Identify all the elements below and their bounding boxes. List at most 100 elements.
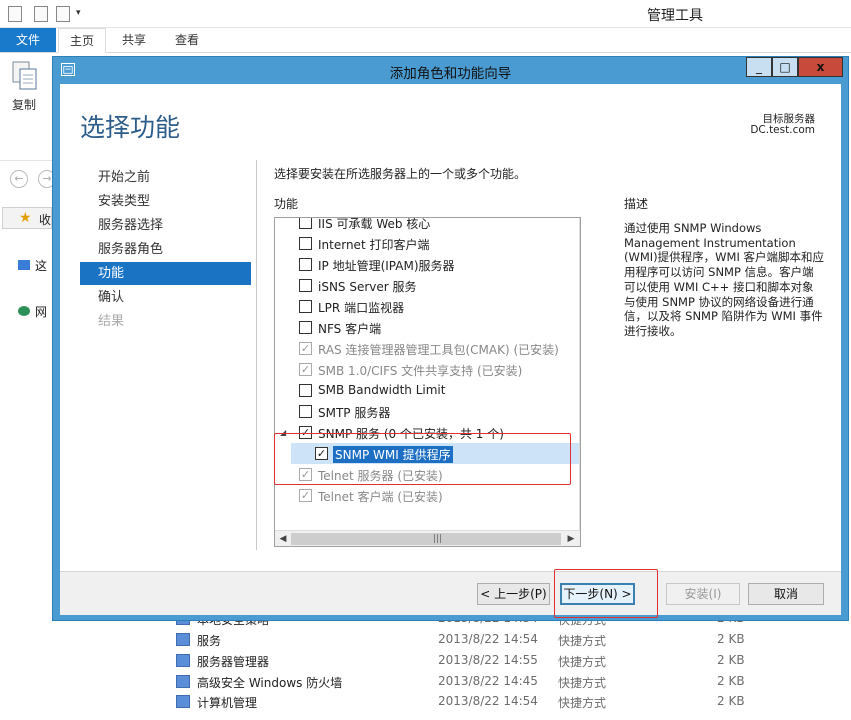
feature-item[interactable]: NFS 客户端 xyxy=(275,317,580,338)
step-server-roles[interactable]: 服务器角色 xyxy=(80,238,251,261)
copy-button-label[interactable]: 复制 xyxy=(12,96,36,113)
shortcut-icon xyxy=(176,675,190,688)
step-before-you-begin[interactable]: 开始之前 xyxy=(80,166,251,189)
file-date: 2013/8/22 14:54 xyxy=(438,694,538,708)
feature-checkbox[interactable] xyxy=(299,258,312,271)
shortcut-icon xyxy=(176,633,190,646)
quick-access-icon[interactable] xyxy=(56,6,70,22)
feature-checkbox[interactable] xyxy=(299,279,312,292)
chevron-down-icon[interactable]: ▾ xyxy=(76,8,81,18)
feature-item[interactable]: SMTP 服务器 xyxy=(275,401,580,422)
close-button[interactable]: x xyxy=(798,57,843,77)
feature-checkbox[interactable] xyxy=(299,384,312,397)
file-size: 2 KB xyxy=(717,694,745,708)
feature-label: RAS 连接管理器管理工具包(CMAK) (已安装) xyxy=(318,343,559,357)
feature-item[interactable]: IIS 可承载 Web 核心 xyxy=(275,217,580,233)
features-heading: 功能 xyxy=(274,197,299,211)
back-icon[interactable]: ← xyxy=(10,170,28,188)
list-item[interactable]: 计算机管理 2013/8/22 14:54 快捷方式 2 KB xyxy=(176,692,851,713)
explorer-titlebar: ▾ 管理工具 xyxy=(0,0,851,28)
features-tree[interactable]: IIS 可承载 Web 核心 Internet 打印客户端 IP 地址管理(IP… xyxy=(274,217,581,547)
maximize-button[interactable]: □ xyxy=(772,57,798,77)
shortcut-icon xyxy=(176,654,190,667)
file-name: 计算机管理 xyxy=(197,696,258,710)
network-label: 网 xyxy=(35,305,48,319)
step-confirmation[interactable]: 确认 xyxy=(80,286,251,309)
feature-item[interactable]: iSNS Server 服务 xyxy=(275,275,580,296)
this-pc-item[interactable]: 这 xyxy=(18,257,47,274)
feature-checkbox[interactable] xyxy=(299,218,312,229)
file-size: 2 KB xyxy=(717,674,745,688)
feature-checkbox[interactable] xyxy=(299,321,312,334)
step-installation-type[interactable]: 安装类型 xyxy=(80,190,251,213)
tab-home[interactable]: 主页 xyxy=(58,28,106,53)
wizard-titlebar[interactable]: 添加角色和功能向导 _ □ x xyxy=(53,57,848,83)
checkmark-icon: ✓ xyxy=(299,342,312,355)
properties-icon[interactable] xyxy=(8,6,22,22)
tab-share[interactable]: 共享 xyxy=(110,28,158,52)
description-text: 通过使用 SNMP Windows Management Instrumenta… xyxy=(624,221,824,338)
file-name: 服务器管理器 xyxy=(197,655,270,669)
vertical-scrollbar[interactable]: ▲ ▼ xyxy=(579,218,581,530)
scroll-down-icon[interactable]: ▼ xyxy=(580,512,581,528)
tab-view[interactable]: 查看 xyxy=(162,28,212,52)
favorites-label: 收 xyxy=(39,213,52,227)
file-type: 快捷方式 xyxy=(558,696,607,710)
ribbon-tabs: 文件 主页 共享 查看 xyxy=(0,28,851,53)
feature-label: iSNS Server 服务 xyxy=(318,280,417,294)
this-pc-label: 这 xyxy=(35,259,48,273)
target-server-value: DC.test.com xyxy=(750,124,815,136)
checkmark-icon: ✓ xyxy=(299,489,312,502)
list-item[interactable]: 高级安全 Windows 防火墙 2013/8/22 14:45 快捷方式 2 … xyxy=(176,672,851,693)
highlight-annotation xyxy=(274,433,571,485)
cancel-button[interactable]: 取消 xyxy=(748,583,824,605)
feature-item[interactable]: LPR 端口监视器 xyxy=(275,296,580,317)
wizard-title: 添加角色和功能向导 xyxy=(389,66,512,82)
shortcut-icon xyxy=(176,695,190,708)
feature-label: IIS 可承载 Web 核心 xyxy=(318,217,431,231)
network-item[interactable]: 网 xyxy=(18,303,47,320)
scroll-up-icon[interactable]: ▲ xyxy=(580,218,581,234)
description-heading: 描述 xyxy=(624,197,649,211)
file-type: 快捷方式 xyxy=(558,634,607,648)
file-type: 快捷方式 xyxy=(558,655,607,669)
file-size: 2 KB xyxy=(717,653,745,667)
feature-item[interactable]: IP 地址管理(IPAM)服务器 xyxy=(275,254,580,275)
scroll-right-icon[interactable]: ▶ xyxy=(563,531,579,546)
feature-label: SMB 1.0/CIFS 文件共享支持 (已安装) xyxy=(318,364,523,378)
scroll-thumb[interactable]: ||| xyxy=(291,533,561,545)
feature-checkbox[interactable] xyxy=(299,237,312,250)
feature-item: ✓ SMB 1.0/CIFS 文件共享支持 (已安装) xyxy=(275,359,580,380)
horizontal-scrollbar[interactable]: ◀ ||| ▶ xyxy=(275,530,580,546)
copy-icon[interactable] xyxy=(10,60,40,92)
feature-label: Telnet 客户端 (已安装) xyxy=(318,490,443,504)
minimize-button[interactable]: _ xyxy=(746,57,772,77)
file-size: 2 KB xyxy=(717,632,745,646)
install-button: 安装(I) xyxy=(666,583,740,605)
previous-button[interactable]: < 上一步(P) xyxy=(477,583,550,605)
add-roles-wizard-window: 添加角色和功能向导 _ □ x 选择功能 目标服务器 DC.test.com 开… xyxy=(52,56,849,621)
file-name: 高级安全 Windows 防火墙 xyxy=(197,676,343,690)
scroll-left-icon[interactable]: ◀ xyxy=(275,531,291,546)
feature-item[interactable]: SMB Bandwidth Limit xyxy=(275,380,580,401)
highlight-annotation xyxy=(554,569,658,618)
file-date: 2013/8/22 14:45 xyxy=(438,674,538,688)
feature-item[interactable]: Internet 打印客户端 xyxy=(275,233,580,254)
wizard-body: 选择功能 目标服务器 DC.test.com 开始之前 安装类型 服务器选择 服… xyxy=(60,84,841,618)
file-type: 快捷方式 xyxy=(558,676,607,690)
step-results: 结果 xyxy=(98,314,125,329)
step-server-selection[interactable]: 服务器选择 xyxy=(80,214,251,237)
list-item[interactable]: 服务器管理器 2013/8/22 14:55 快捷方式 2 KB xyxy=(176,651,851,672)
list-item[interactable]: 服务 2013/8/22 14:54 快捷方式 2 KB xyxy=(176,630,851,651)
feature-item: ✓ RAS 连接管理器管理工具包(CMAK) (已安装) xyxy=(275,338,580,359)
file-date: 2013/8/22 14:54 xyxy=(438,632,538,646)
favorites-item[interactable]: ★ 收 xyxy=(2,207,52,229)
new-folder-icon[interactable] xyxy=(34,6,48,22)
tab-file[interactable]: 文件 xyxy=(0,28,56,52)
feature-item: ✓ Telnet 客户端 (已安装) xyxy=(275,485,580,506)
feature-checkbox[interactable] xyxy=(299,300,312,313)
step-features[interactable]: 功能 xyxy=(80,262,251,285)
feature-checkbox[interactable] xyxy=(299,405,312,418)
feature-label: LPR 端口监视器 xyxy=(318,301,405,315)
page-title: 选择功能 xyxy=(80,113,181,142)
